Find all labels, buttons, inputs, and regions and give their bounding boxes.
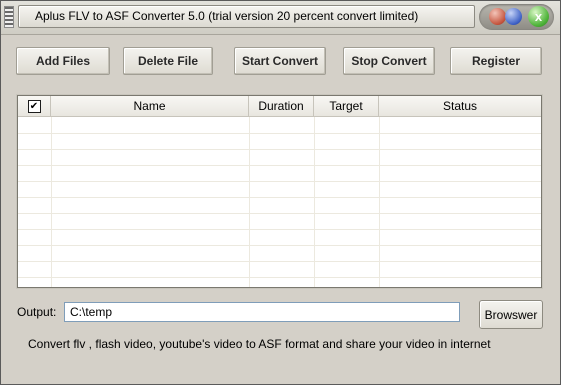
maximize-icon[interactable]	[505, 8, 522, 25]
empty-row	[18, 133, 541, 150]
delete-file-button[interactable]: Delete File	[123, 47, 213, 75]
empty-row	[18, 229, 541, 246]
select-all-checkbox[interactable]: ✔	[27, 99, 41, 113]
window-controls: x	[479, 4, 554, 30]
column-header-name[interactable]: Name	[51, 96, 249, 116]
column-header-duration[interactable]: Duration	[249, 96, 314, 116]
column-header-status[interactable]: Status	[379, 96, 541, 116]
app-window: Aplus FLV to ASF Converter 5.0 (trial ve…	[0, 0, 561, 385]
empty-row	[18, 117, 541, 134]
column-header-target[interactable]: Target	[314, 96, 379, 116]
select-all-column[interactable]: ✔	[18, 96, 51, 116]
empty-row	[18, 165, 541, 182]
title-frame: Aplus FLV to ASF Converter 5.0 (trial ve…	[18, 5, 475, 28]
close-icon[interactable]: x	[528, 6, 549, 27]
empty-row	[18, 149, 541, 166]
start-convert-button[interactable]: Start Convert	[234, 47, 326, 75]
title-bar[interactable]: Aplus FLV to ASF Converter 5.0 (trial ve…	[1, 1, 560, 35]
empty-row	[18, 197, 541, 214]
register-button[interactable]: Register	[450, 47, 542, 75]
empty-row	[18, 181, 541, 198]
file-list-header: ✔ Name Duration Target Status	[18, 96, 541, 117]
empty-row	[18, 245, 541, 262]
browse-button[interactable]: Browswer	[479, 300, 543, 329]
window-title: Aplus FLV to ASF Converter 5.0 (trial ve…	[35, 9, 419, 23]
drag-grip-icon[interactable]	[4, 6, 14, 28]
output-label: Output:	[17, 305, 57, 319]
file-list-table[interactable]: ✔ Name Duration Target Status	[17, 95, 542, 288]
add-files-button[interactable]: Add Files	[16, 47, 110, 75]
checkmark-icon: ✔	[29, 100, 39, 112]
info-text: Convert flv , flash video, youtube's vid…	[28, 337, 491, 351]
stop-convert-button[interactable]: Stop Convert	[343, 47, 435, 75]
minimize-icon[interactable]	[489, 8, 506, 25]
empty-row	[18, 213, 541, 230]
empty-row	[18, 261, 541, 278]
output-path-input[interactable]	[64, 302, 460, 322]
